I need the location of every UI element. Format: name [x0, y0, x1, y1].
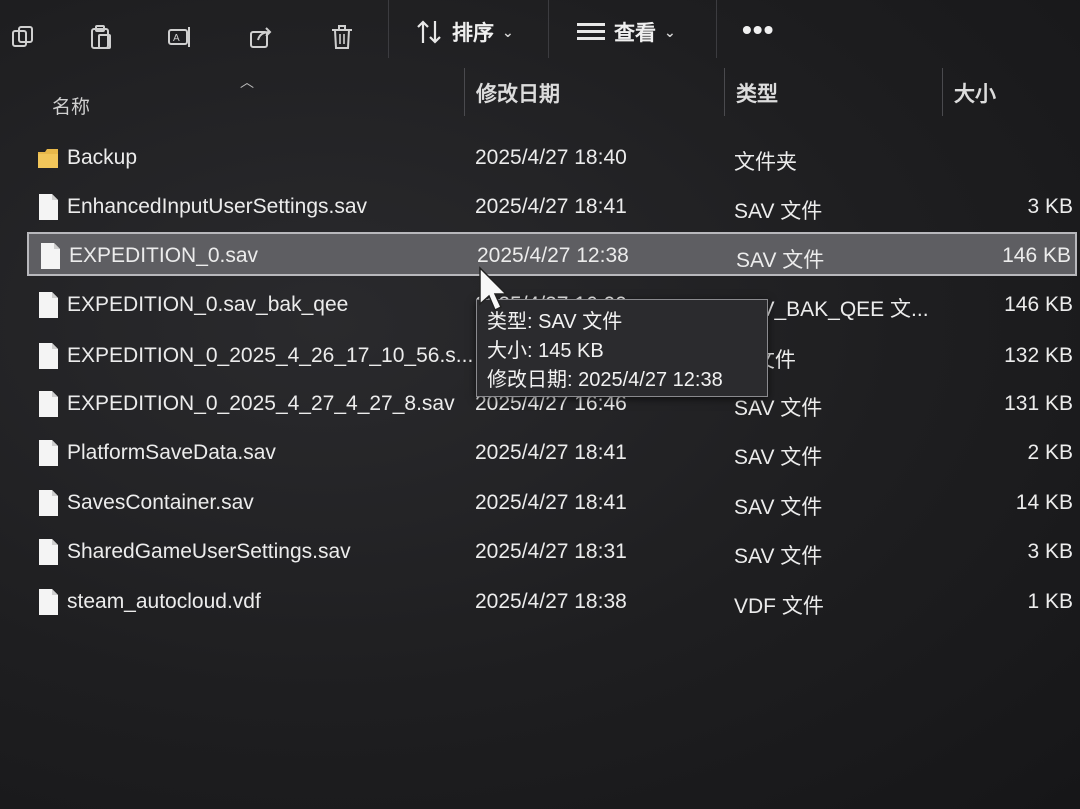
- list-item[interactable]: PlatformSaveData.sav 2025/4/27 18:41 SAV…: [27, 431, 1077, 475]
- column-divider[interactable]: [464, 68, 465, 116]
- file-info-tooltip: 类型: SAV 文件 大小: 145 KB 修改日期: 2025/4/27 12…: [476, 299, 768, 397]
- file-size: 131 KB: [1004, 392, 1073, 415]
- tooltip-modified: 修改日期: 2025/4/27 12:38: [487, 369, 723, 391]
- chevron-down-icon: ⌄: [664, 23, 676, 40]
- paste-icon[interactable]: [86, 22, 116, 52]
- file-name: EnhancedInputUserSettings.sav: [67, 195, 368, 218]
- file-type: SAV 文件: [734, 496, 823, 519]
- file-type: SAV 文件: [736, 249, 825, 272]
- file-explorer-window: A 排序 ⌄ 查看 ⌄ ••• ︿ 名称 修改日期 类型 大小 Backup 2…: [0, 0, 1080, 809]
- rename-icon[interactable]: A: [165, 22, 195, 52]
- file-modified: 2025/4/27 18:41: [475, 195, 627, 218]
- file-type: SAV 文件: [734, 545, 823, 568]
- toolbar-separator: [388, 0, 389, 58]
- list-item[interactable]: EnhancedInputUserSettings.sav 2025/4/27 …: [27, 185, 1077, 229]
- document-icon: [41, 243, 60, 269]
- document-icon: [39, 490, 58, 516]
- document-icon: [39, 539, 58, 565]
- toolbar-separator: [548, 0, 549, 58]
- file-name: Backup: [67, 146, 138, 169]
- document-icon: [39, 391, 58, 417]
- sort-button[interactable]: 排序 ⌄: [416, 14, 514, 50]
- document-icon: [39, 343, 58, 369]
- tooltip-type: 类型: SAV 文件: [487, 311, 623, 333]
- file-type: 文件夹: [734, 151, 797, 174]
- file-name: SavesContainer.sav: [67, 491, 254, 514]
- svg-text:A: A: [173, 33, 180, 44]
- column-header-row: ︿ 名称 修改日期 类型 大小: [0, 68, 1080, 120]
- file-name: EXPEDITION_0.sav_bak_qee: [67, 293, 349, 316]
- file-size: 2 KB: [1027, 441, 1073, 464]
- file-name: EXPEDITION_0_2025_4_26_17_10_56.s...: [67, 344, 474, 367]
- column-divider[interactable]: [724, 68, 725, 116]
- file-modified: 2025/4/27 18:31: [475, 540, 627, 563]
- file-name: PlatformSaveData.sav: [67, 441, 276, 464]
- more-options-button[interactable]: •••: [742, 14, 774, 46]
- list-item-folder[interactable]: Backup 2025/4/27 18:40 文件夹: [27, 136, 1077, 180]
- share-icon[interactable]: [246, 22, 276, 52]
- file-type: SAV 文件: [734, 200, 823, 223]
- list-item[interactable]: steam_autocloud.vdf 2025/4/27 18:38 VDF …: [27, 580, 1077, 624]
- file-name: SharedGameUserSettings.sav: [67, 540, 351, 563]
- column-header-name[interactable]: 名称: [52, 92, 90, 119]
- file-name: steam_autocloud.vdf: [67, 590, 261, 613]
- file-size: 132 KB: [1004, 344, 1073, 367]
- file-modified: 2025/4/27 18:41: [475, 441, 627, 464]
- copy-icon[interactable]: [8, 22, 38, 52]
- tooltip-size: 大小: 145 KB: [487, 340, 604, 362]
- file-size: 1 KB: [1027, 590, 1073, 613]
- file-size: 146 KB: [1002, 244, 1071, 267]
- file-modified: 2025/4/27 18:40: [475, 146, 627, 169]
- view-label: 查看: [614, 22, 656, 45]
- file-name: EXPEDITION_0_2025_4_27_4_27_8.sav: [67, 392, 455, 415]
- file-modified: 2025/4/27 12:38: [477, 244, 629, 267]
- column-divider[interactable]: [942, 68, 943, 116]
- column-header-modified[interactable]: 修改日期: [476, 78, 560, 108]
- mouse-cursor-icon: [479, 266, 508, 312]
- file-modified: 2025/4/27 18:38: [475, 590, 627, 613]
- file-name: EXPEDITION_0.sav: [69, 244, 259, 267]
- file-size: 3 KB: [1027, 540, 1073, 563]
- file-type: SAV 文件: [734, 446, 823, 469]
- list-item[interactable]: SharedGameUserSettings.sav 2025/4/27 18:…: [27, 530, 1077, 574]
- document-icon: [39, 440, 58, 466]
- file-size: 146 KB: [1004, 293, 1073, 316]
- document-icon: [39, 194, 58, 220]
- file-modified: 2025/4/27 18:41: [475, 491, 627, 514]
- command-bar: A 排序 ⌄ 查看 ⌄ •••: [0, 0, 1080, 68]
- file-size: 14 KB: [1015, 491, 1073, 514]
- view-button[interactable]: 查看 ⌄: [576, 14, 676, 50]
- column-header-type[interactable]: 类型: [736, 78, 778, 108]
- sort-ascending-icon: ︿: [240, 74, 254, 90]
- view-list-icon: [577, 23, 605, 40]
- folder-icon: [38, 149, 58, 168]
- sort-label: 排序: [452, 22, 494, 45]
- list-item[interactable]: SavesContainer.sav 2025/4/27 18:41 SAV 文…: [27, 481, 1077, 525]
- chevron-down-icon: ⌄: [502, 23, 514, 40]
- document-icon: [39, 589, 58, 615]
- document-icon: [39, 292, 58, 318]
- toolbar-separator: [716, 0, 717, 58]
- file-type: VDF 文件: [734, 595, 824, 618]
- column-header-size[interactable]: 大小: [954, 78, 996, 108]
- sort-arrows-icon: [417, 20, 441, 44]
- list-item-selected[interactable]: EXPEDITION_0.sav 2025/4/27 12:38 SAV 文件 …: [27, 232, 1077, 276]
- file-size: 3 KB: [1027, 195, 1073, 218]
- delete-icon[interactable]: [327, 22, 357, 52]
